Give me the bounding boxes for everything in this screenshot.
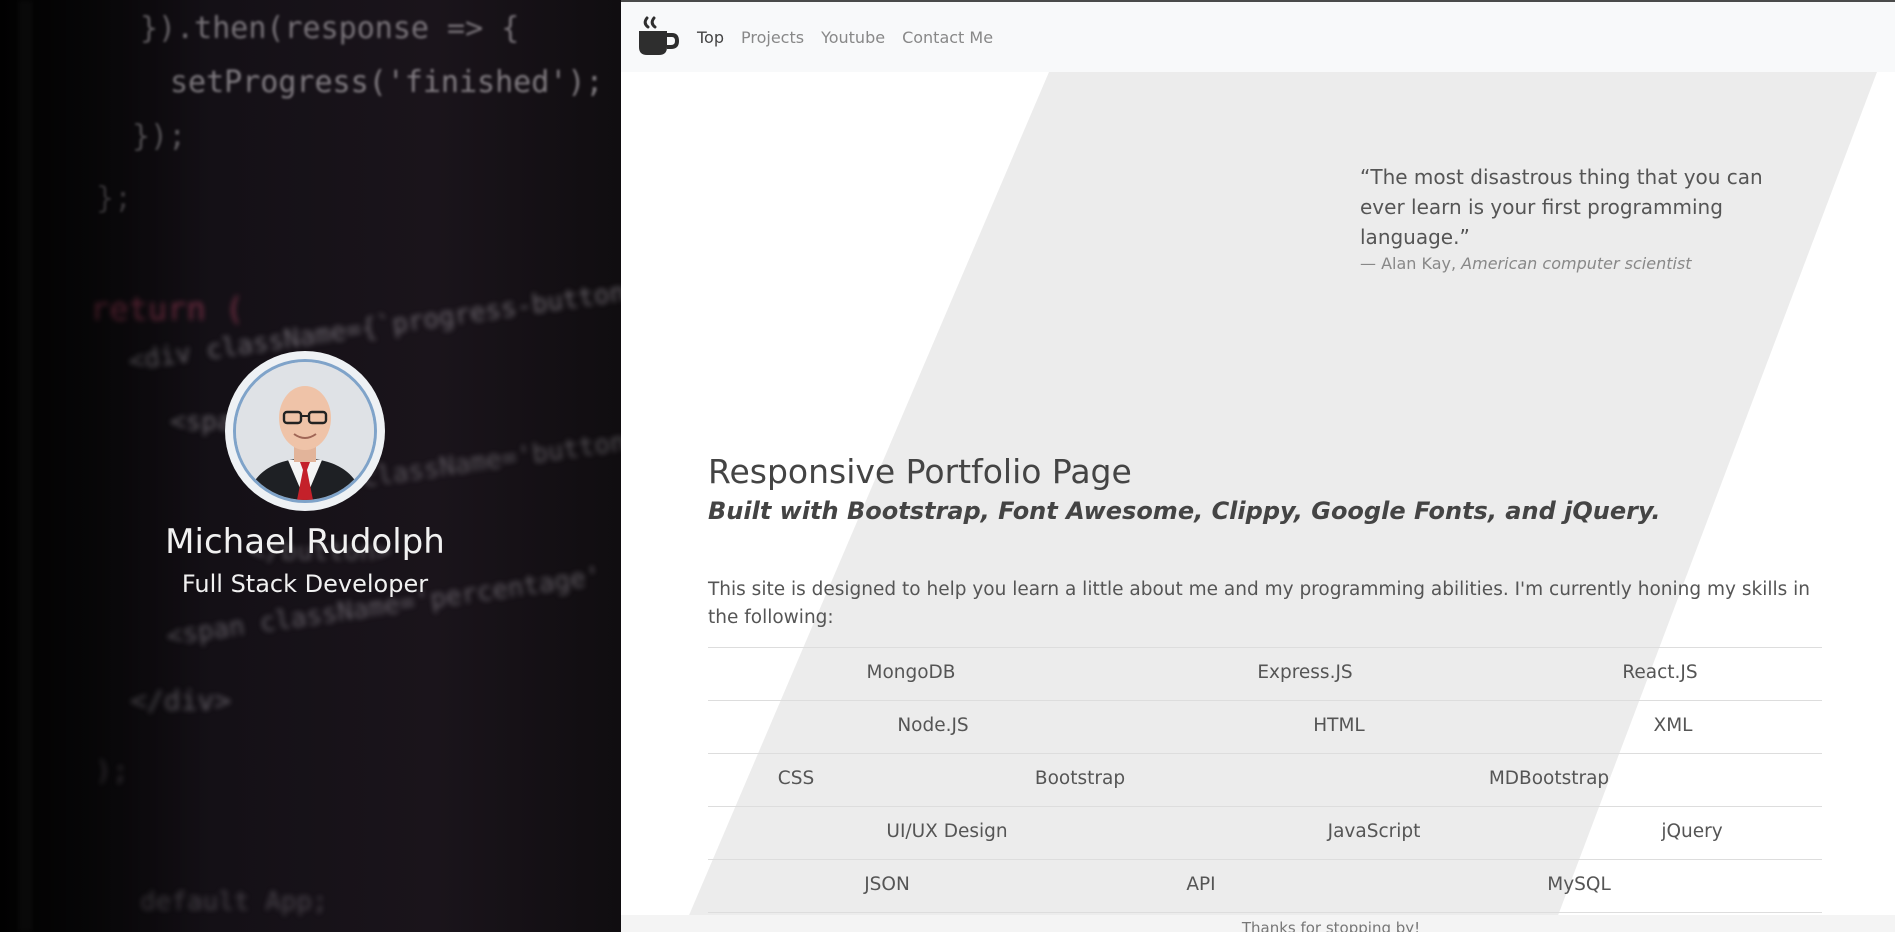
nav-link-projects[interactable]: Projects [741,28,804,47]
navbar: Top Projects Youtube Contact Me [621,2,1895,72]
skill-item: jQuery [1661,821,1723,842]
skill-item: React.JS [1622,662,1698,683]
quote-author-title: American computer scientist [1461,254,1692,273]
table-row: CSS Bootstrap MDBootstrap [708,754,1822,807]
skills-table: MongoDB Express.JS React.JS Node.JS HTML… [708,647,1822,913]
table-row: UI/UX Design JavaScript jQuery [708,807,1822,860]
table-row: JSON API MySQL [708,860,1822,913]
skill-item: MongoDB [866,662,956,683]
table-row: Node.JS HTML XML [708,701,1822,754]
nav-link-top[interactable]: Top [697,28,724,47]
hero-role: Full Stack Developer [181,570,429,598]
hero-panel: }).then(response => { setProgress('finis… [0,0,621,932]
page-title: Responsive Portfolio Page [708,452,1132,491]
skill-item: HTML [1313,715,1365,736]
avatar [225,351,385,511]
skill-item: API [1186,874,1216,895]
quote-text: “The most disastrous thing that you can … [1360,165,1763,249]
page-subtitle: Built with Bootstrap, Font Awesome, Clip… [708,497,1661,525]
table-row: MongoDB Express.JS React.JS [708,648,1822,701]
skill-item: XML [1653,715,1693,736]
skill-item: MySQL [1547,874,1611,895]
quote-citation: — Alan Kay, American computer scientist [1360,254,1780,273]
nav-link-youtube[interactable]: Youtube [821,28,885,47]
code-line: setProgress('finished'); [170,65,603,100]
hero-name: Michael Rudolph [165,522,445,562]
quote-author: — Alan Kay, [1360,254,1462,273]
coffee-cup-icon[interactable] [635,15,679,59]
skill-item: CSS [777,768,815,789]
skill-item: Node.JS [897,715,969,736]
main-content: Top Projects Youtube Contact Me “The mos… [621,0,1895,932]
skill-item: JavaScript [1327,821,1421,842]
quote-block: “The most disastrous thing that you can … [1360,162,1780,273]
nav-link-contact[interactable]: Contact Me [902,28,993,47]
skill-item: UI/UX Design [886,821,1008,842]
skill-item: MDBootstrap [1488,768,1610,789]
skill-item: Express.JS [1257,662,1353,683]
intro-text: This site is designed to help you learn … [708,579,1811,628]
footer-text: Thanks for stopping by! [1241,919,1421,932]
footer: Thanks for stopping by! [621,915,1895,932]
profile-photo [233,359,377,503]
skill-item: JSON [864,874,910,895]
skill-item: Bootstrap [1034,768,1126,789]
